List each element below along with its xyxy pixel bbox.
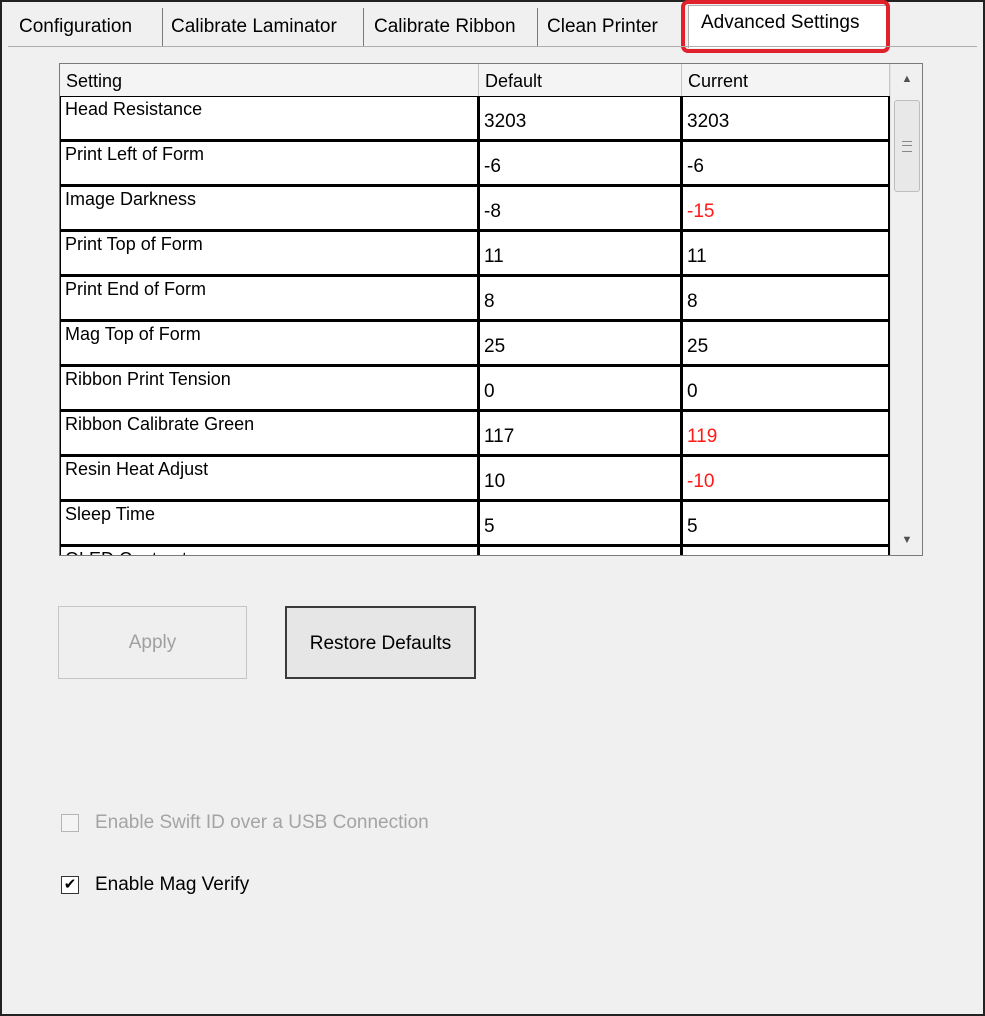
table-row[interactable]: Ribbon Print Tension 0 0 [60, 366, 890, 411]
default-cell[interactable]: 5 [479, 501, 682, 546]
tab-clean-printer[interactable]: Clean Printer [547, 8, 687, 46]
setting-cell: Print Left of Form [60, 141, 479, 186]
scroll-thumb[interactable] [894, 100, 920, 192]
tab-label: Calibrate Ribbon [374, 16, 516, 37]
table-row[interactable]: Head Resistance 3203 3203 [60, 96, 890, 141]
tab-label: Configuration [19, 16, 133, 37]
default-cell[interactable]: 3203 [479, 96, 682, 141]
vertical-scrollbar[interactable]: ▲ ▼ [890, 64, 922, 555]
setting-cell: Mag Top of Form [60, 321, 479, 366]
tab-strip: Configuration Calibrate Laminator Calibr… [2, 0, 983, 53]
tab-panel-border [8, 46, 977, 47]
current-cell[interactable]: 0 [682, 366, 890, 411]
table-row[interactable]: Image Darkness -8 -15 [60, 186, 890, 231]
current-cell[interactable]: 5 [682, 501, 890, 546]
setting-cell: Head Resistance [60, 96, 479, 141]
setting-cell: Sleep Time [60, 501, 479, 546]
table-row[interactable]: Print End of Form 8 8 [60, 276, 890, 321]
settings-dialog: Configuration Calibrate Laminator Calibr… [0, 0, 985, 1016]
default-cell[interactable]: 8 [479, 276, 682, 321]
setting-cell: Resin Heat Adjust [60, 456, 479, 501]
grid-body: Setting Default Current Head Resistance 3… [60, 64, 890, 555]
table-row[interactable]: OLED Contrast170170 [60, 546, 890, 555]
checkbox-box: ✔ [61, 876, 79, 894]
default-cell[interactable]: 11 [479, 231, 682, 276]
current-cell[interactable]: 11 [682, 231, 890, 276]
setting-cell: Ribbon Calibrate Green [60, 411, 479, 456]
arrow-down-icon[interactable]: ▼ [891, 525, 922, 555]
table-row[interactable]: Ribbon Calibrate Green 117 119 [60, 411, 890, 456]
current-cell[interactable]: 8 [682, 276, 890, 321]
setting-cell: OLED Contrast [60, 546, 479, 555]
default-cell[interactable]: -6 [479, 141, 682, 186]
default-cell[interactable]: -8 [479, 186, 682, 231]
checkbox-box [61, 814, 79, 832]
grid-header: Setting Default Current [60, 64, 890, 97]
checkmark-icon: ✔ [63, 876, 77, 893]
table-row[interactable]: Print Left of Form -6 -6 [60, 141, 890, 186]
column-header-default[interactable]: Default [479, 64, 682, 96]
default-cell[interactable]: 117 [479, 411, 682, 456]
checkbox-label: Enable Mag Verify [95, 874, 250, 895]
default-cell[interactable]: 10 [479, 456, 682, 501]
column-header-current[interactable]: Current [682, 64, 890, 96]
tab-configuration[interactable]: Configuration [19, 8, 163, 46]
table-row[interactable]: Print Top of Form 11 11 [60, 231, 890, 276]
table-row[interactable]: Mag Top of Form 25 25 [60, 321, 890, 366]
setting-cell: Print End of Form [60, 276, 479, 321]
restore-defaults-button[interactable]: Restore Defaults [285, 606, 476, 679]
table-row[interactable]: Resin Heat Adjust 10 -10 [60, 456, 890, 501]
current-cell[interactable]: 25 [682, 321, 890, 366]
arrow-up-icon[interactable]: ▲ [891, 64, 922, 94]
tab-label: Calibrate Laminator [171, 16, 337, 37]
tab-calibrate-ribbon[interactable]: Calibrate Ribbon [374, 8, 538, 46]
table-row[interactable]: Sleep Time 5 5 [60, 501, 890, 546]
current-cell[interactable]: 119 [682, 411, 890, 456]
tab-label: Clean Printer [547, 16, 658, 37]
default-cell[interactable]: 0 [479, 366, 682, 411]
default-cell[interactable]: 25 [479, 321, 682, 366]
settings-grid[interactable]: Setting Default Current Head Resistance 3… [59, 63, 923, 556]
setting-cell: Ribbon Print Tension [60, 366, 479, 411]
grip-icon [902, 141, 912, 152]
checkbox-label: Enable Swift ID over a USB Connection [95, 812, 429, 833]
current-cell[interactable]: 3203 [682, 96, 890, 141]
column-header-setting[interactable]: Setting [60, 64, 479, 96]
swift-id-checkbox[interactable]: Enable Swift ID over a USB Connection [61, 812, 481, 838]
tab-calibrate-laminator[interactable]: Calibrate Laminator [171, 8, 364, 46]
mag-verify-checkbox[interactable]: ✔ Enable Mag Verify [61, 874, 301, 900]
setting-cell: Image Darkness [60, 186, 479, 231]
current-cell[interactable]: -6 [682, 141, 890, 186]
current-cell[interactable]: -15 [682, 186, 890, 231]
apply-button[interactable]: Apply [58, 606, 247, 679]
current-cell[interactable]: -10 [682, 456, 890, 501]
default-cell[interactable]: 170 [479, 546, 682, 555]
current-cell[interactable]: 170 [682, 546, 890, 555]
setting-cell: Print Top of Form [60, 231, 479, 276]
